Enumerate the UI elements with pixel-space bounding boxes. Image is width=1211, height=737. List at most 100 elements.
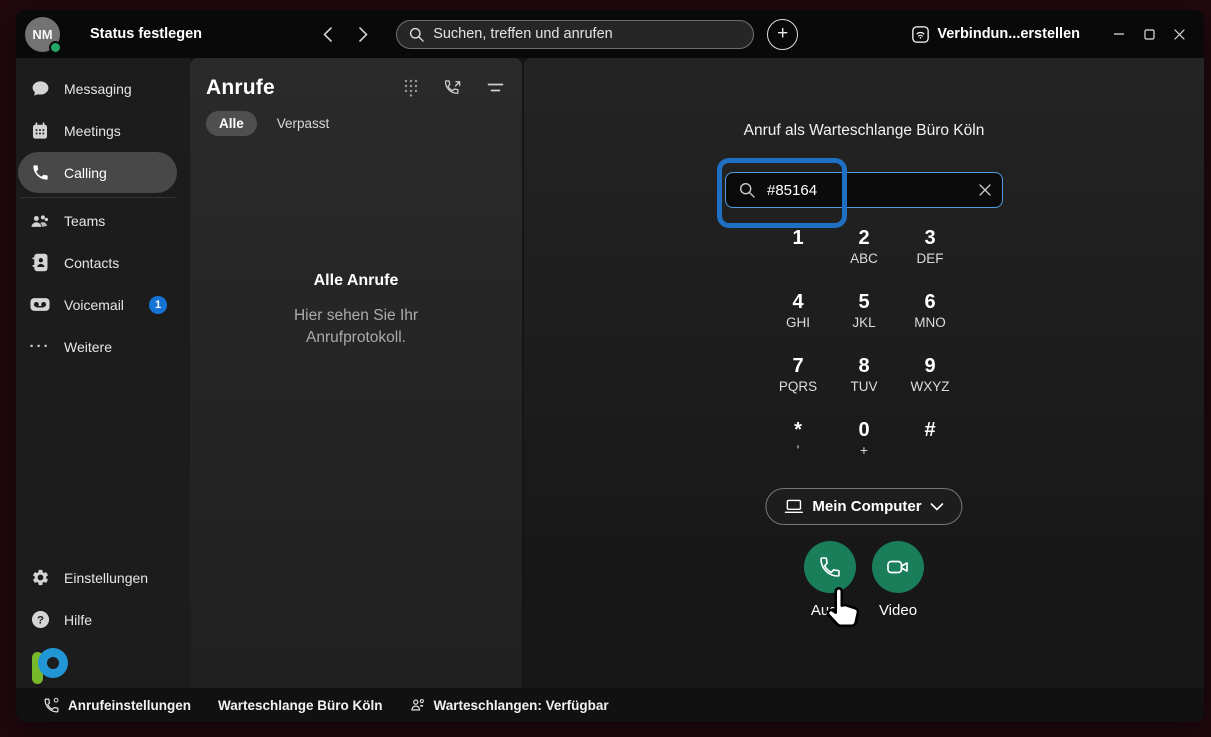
sidebar-item-label: Contacts [64,255,119,271]
sidebar-item-label: Calling [64,165,107,181]
contacts-icon [30,253,50,273]
svg-text:?: ? [37,614,44,626]
sidebar-divider [20,197,176,198]
statusbar: Anrufeinstellungen Warteschlange Büro Kö… [16,688,1204,722]
sidebar-footer: Einstellungen ? Hilfe [16,557,190,688]
sidebar-item-label: Einstellungen [64,570,148,586]
queue-agent-icon [410,697,426,713]
status-set-button[interactable]: Status festlegen [90,26,202,42]
avatar-initials: NM [32,27,52,42]
window-controls [1104,19,1194,49]
dialpad-key-8[interactable]: 8TUV [831,354,897,418]
placetel-logo [30,644,70,684]
calling-icon [30,163,50,183]
dialpad-icon [404,79,418,97]
plus-icon: + [777,24,788,43]
sidebar-item-label: Weitere [64,339,112,355]
sidebar-item-messaging[interactable]: Messaging [18,68,177,109]
tab-alle[interactable]: Alle [206,111,257,136]
sidebar-item-teams[interactable]: Teams [18,200,177,241]
sidebar: Messaging Meetings Calling Teams [16,58,190,688]
settings-gear-icon [30,568,50,588]
device-selector-button[interactable]: Mein Computer [765,488,962,525]
sidebar-item-hilfe[interactable]: ? Hilfe [18,599,177,640]
calls-tabs: Alle Verpasst [206,111,506,136]
global-search-placeholder: Suchen, treffen und anrufen [433,26,613,42]
filter-button[interactable] [484,77,506,99]
sidebar-item-contacts[interactable]: Contacts [18,242,177,283]
dialpad: 1 2ABC 3DEF 4GHI 5JKL 6MNO 7PQRS 8TUV 9W… [765,226,963,482]
empty-state-title: Alle Anrufe [190,272,522,290]
voicemail-icon [30,295,50,315]
minimize-icon [1113,28,1125,40]
filter-icon [487,82,504,94]
history-nav [316,23,374,45]
more-icon: ··· [30,337,50,357]
avatar[interactable]: NM [25,17,60,52]
voicemail-count-badge: 1 [149,296,167,314]
chevron-left-icon [323,27,332,42]
video-call-button[interactable] [872,541,924,593]
close-button[interactable] [1164,19,1194,49]
sidebar-item-calling[interactable]: Calling [18,152,177,193]
chevron-right-icon [359,27,368,42]
dial-panel: Anruf als Warteschlange Büro Köln 1 2ABC… [524,58,1204,688]
messaging-icon [30,79,50,99]
create-connection-button[interactable]: Verbindun...erstellen [912,26,1080,43]
audio-call-label: Audio [811,602,849,619]
tab-verpasst[interactable]: Verpasst [267,116,340,131]
dialpad-key-6[interactable]: 6MNO [897,290,963,354]
minimize-button[interactable] [1104,19,1134,49]
dialpad-key-hash[interactable]: # [897,418,963,482]
queue-status-button[interactable]: Warteschlangen: Verfügbar [410,697,609,713]
teams-icon [30,211,50,231]
close-icon [979,184,991,196]
empty-state-text-line1: Hier sehen Sie Ihr [190,305,522,327]
device-selector-label: Mein Computer [812,498,921,515]
maximize-button[interactable] [1134,19,1164,49]
dialpad-toggle-button[interactable] [400,77,422,99]
new-action-button[interactable]: + [767,19,798,50]
call-settings-label: Anrufeinstellungen [68,698,191,713]
queue-status-label: Warteschlangen: Verfügbar [434,698,609,713]
sidebar-item-meetings[interactable]: Meetings [18,110,177,151]
dialpad-key-2[interactable]: 2ABC [831,226,897,290]
dialpad-key-0[interactable]: 0+ [831,418,897,482]
queue-name-button[interactable]: Warteschlange Büro Köln [218,698,383,713]
dialpad-key-5[interactable]: 5JKL [831,290,897,354]
dialpad-key-3[interactable]: 3DEF [897,226,963,290]
presence-status-icon [49,41,62,54]
sidebar-item-einstellungen[interactable]: Einstellungen [18,557,177,598]
dial-number-input[interactable] [755,182,970,199]
video-camera-icon [885,555,911,579]
help-icon: ? [30,610,50,630]
forward-button[interactable] [352,23,374,45]
empty-state-text-line2: Anrufprotokoll. [190,327,522,349]
dialpad-key-1[interactable]: 1 [765,226,831,290]
call-settings-button[interactable]: Anrufeinstellungen [43,697,191,714]
global-search-input[interactable]: Suchen, treffen und anrufen [396,20,754,49]
dialpad-key-4[interactable]: 4GHI [765,290,831,354]
dialpad-key-star[interactable]: *' [765,418,831,482]
sidebar-item-voicemail[interactable]: Voicemail 1 [18,284,177,325]
queue-name-label: Warteschlange Büro Köln [218,698,383,713]
meetings-icon [30,121,50,141]
laptop-icon [784,499,803,514]
audio-call-button[interactable] [804,541,856,593]
create-connection-label: Verbindun...erstellen [937,26,1080,42]
back-button[interactable] [316,23,338,45]
search-icon [409,27,424,42]
search-icon [739,182,755,198]
calls-empty-state: Alle Anrufe Hier sehen Sie Ihr Anrufprot… [190,272,522,349]
clear-input-button[interactable] [970,175,1000,205]
calls-panel-title: Anrufe [206,76,275,100]
call-actions: Audio Video [802,541,926,619]
outgoing-call-button[interactable] [442,77,464,99]
calls-panel: Anrufe Alle Verpasst Alle [190,58,522,688]
sidebar-item-weitere[interactable]: ··· Weitere [18,326,177,367]
dial-search-field [725,172,1003,208]
dialpad-key-7[interactable]: 7PQRS [765,354,831,418]
sidebar-item-label: Teams [64,213,105,229]
app-window: NM Status festlegen Suchen, treffen und … [16,10,1204,722]
dialpad-key-9[interactable]: 9WXYZ [897,354,963,418]
